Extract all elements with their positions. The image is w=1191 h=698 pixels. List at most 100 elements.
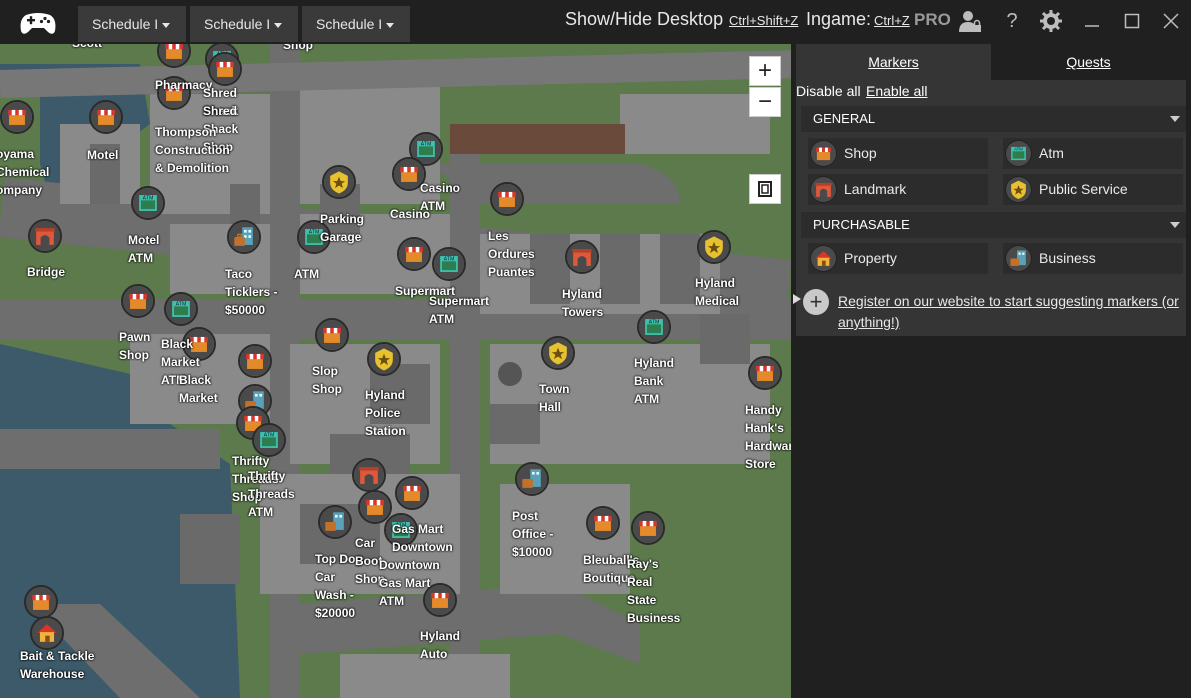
house-icon bbox=[810, 245, 837, 272]
map-label: Thrifty Threads ATM bbox=[248, 469, 295, 519]
shop-marker[interactable] bbox=[315, 318, 349, 352]
map-label: Bait & Tackle Warehouse bbox=[20, 649, 95, 681]
map-label: Ray's Real State Business bbox=[627, 557, 681, 625]
shop-marker[interactable] bbox=[586, 506, 620, 540]
tab-schedule-2[interactable]: Schedule I bbox=[190, 6, 298, 42]
map-label: Handy Hank's Hardware Store bbox=[745, 403, 791, 471]
marker-toggle-landmark[interactable]: Landmark bbox=[808, 174, 988, 205]
chevron-down-icon bbox=[1170, 116, 1180, 122]
shop-marker[interactable] bbox=[397, 237, 431, 271]
badge-marker[interactable] bbox=[367, 342, 401, 376]
svg-text:ATM: ATM bbox=[143, 195, 154, 201]
tab-markers[interactable]: Markers bbox=[796, 44, 991, 80]
map-label: Gas Mart Downtown bbox=[392, 522, 453, 554]
map-label: Supermart ATM bbox=[429, 294, 490, 326]
section-purchasable[interactable]: PURCHASABLE bbox=[801, 212, 1186, 238]
shop-marker[interactable] bbox=[748, 356, 782, 390]
map-label: Motel bbox=[87, 148, 119, 162]
minimize-icon[interactable] bbox=[1079, 8, 1105, 34]
gamepad-icon[interactable] bbox=[18, 9, 58, 37]
pro-label: PRO bbox=[914, 10, 951, 29]
landmark-marker[interactable] bbox=[565, 240, 599, 274]
business-marker[interactable] bbox=[515, 462, 549, 496]
shop-marker[interactable] bbox=[121, 284, 155, 318]
markers-panel: Markers Quests Disable all Enable all GE… bbox=[791, 44, 1191, 698]
map-label: Taco Ticklers - $50000 bbox=[225, 267, 278, 317]
marker-toggle-public-service[interactable]: Public Service bbox=[1003, 174, 1183, 205]
shop-marker[interactable] bbox=[157, 44, 191, 68]
marker-toggle-label: Landmark bbox=[844, 181, 907, 197]
map-label: Bridge bbox=[27, 265, 66, 279]
marker-toggle-label: Property bbox=[844, 250, 897, 266]
badge-marker[interactable] bbox=[697, 230, 731, 264]
tab-quests[interactable]: Quests bbox=[991, 44, 1186, 80]
section-general[interactable]: GENERAL bbox=[801, 106, 1186, 132]
business-marker[interactable] bbox=[227, 220, 261, 254]
ingame-label: Ingame: bbox=[806, 9, 872, 29]
marker-toggle-shop[interactable]: Shop bbox=[808, 138, 988, 169]
marker-toggle-business[interactable]: Business bbox=[1003, 243, 1183, 274]
map-view[interactable]: ATM ATM ATM ATM ATM ATM ATM ATM ATM Scot… bbox=[0, 44, 791, 698]
tab-label: Schedule I bbox=[92, 16, 159, 32]
map-label: Hyland Auto bbox=[420, 629, 461, 661]
map-label: Motel ATM bbox=[128, 233, 160, 265]
chevron-down-icon bbox=[1170, 222, 1180, 228]
zoom-in-button[interactable]: + bbox=[749, 56, 781, 86]
map-label: Les Ordures Puantes bbox=[488, 229, 535, 279]
section-purchasable-title: PURCHASABLE bbox=[813, 217, 910, 232]
badge-icon bbox=[1005, 176, 1032, 203]
tab-schedule-3[interactable]: Schedule I bbox=[302, 6, 410, 42]
marker-toggle-label: Atm bbox=[1039, 145, 1064, 161]
plus-icon[interactable]: + bbox=[803, 289, 829, 315]
shop-marker[interactable] bbox=[490, 182, 524, 216]
svg-text:ATM: ATM bbox=[309, 229, 320, 235]
caret-right-icon bbox=[793, 294, 801, 304]
map-label: oyama Chemical ompany bbox=[0, 147, 50, 197]
zoom-out-button[interactable]: − bbox=[749, 87, 781, 117]
marker-toggle-label: Public Service bbox=[1039, 181, 1128, 197]
atm-marker[interactable]: ATM bbox=[164, 292, 198, 326]
business-marker[interactable] bbox=[318, 505, 352, 539]
show-hide-shortcut: Ctrl+Shift+Z bbox=[729, 13, 799, 28]
user-lock-icon[interactable] bbox=[957, 8, 983, 34]
shop-marker[interactable] bbox=[631, 511, 665, 545]
map-label: Slop Shop bbox=[312, 364, 342, 396]
shop-marker[interactable] bbox=[89, 100, 123, 134]
landmark-marker[interactable] bbox=[352, 458, 386, 492]
marker-toggle-label: Shop bbox=[844, 145, 877, 161]
maximize-icon[interactable] bbox=[1119, 8, 1145, 34]
atm-icon: ATM bbox=[1005, 140, 1032, 167]
map-label: Post Office - $10000 bbox=[512, 509, 554, 559]
landmark-marker[interactable] bbox=[28, 219, 62, 253]
marker-toggle-property[interactable]: Property bbox=[808, 243, 988, 274]
shop-marker[interactable] bbox=[0, 100, 34, 134]
map-label: ATM bbox=[294, 267, 320, 281]
shop-marker[interactable] bbox=[238, 344, 272, 378]
business-icon bbox=[1005, 245, 1032, 272]
house-marker[interactable] bbox=[30, 616, 64, 650]
close-icon[interactable] bbox=[1158, 8, 1184, 34]
tab-schedule-1[interactable]: Schedule I bbox=[78, 6, 186, 42]
gear-icon[interactable] bbox=[1038, 8, 1064, 34]
shop-marker[interactable] bbox=[24, 585, 58, 619]
disable-all-link[interactable]: Disable all bbox=[796, 83, 861, 99]
map-label: Thompson Construction & Demolition bbox=[155, 125, 230, 175]
atm-marker[interactable]: ATM bbox=[637, 310, 671, 344]
shop-marker[interactable] bbox=[395, 476, 429, 510]
svg-text:ATM: ATM bbox=[649, 319, 660, 325]
chevron-down-icon bbox=[162, 22, 171, 28]
marker-toggle-atm[interactable]: ATM Atm bbox=[1003, 138, 1183, 169]
map-label: Parking Garage bbox=[320, 212, 365, 244]
help-icon[interactable]: ? bbox=[999, 8, 1025, 34]
map-label: Hyland Police Station bbox=[365, 388, 406, 438]
fullscreen-button[interactable] bbox=[749, 174, 781, 204]
badge-marker[interactable] bbox=[322, 165, 356, 199]
atm-marker[interactable]: ATM bbox=[131, 186, 165, 220]
enable-all-link[interactable]: Enable all bbox=[866, 83, 928, 99]
section-general-title: GENERAL bbox=[813, 111, 876, 126]
svg-text:ATM: ATM bbox=[444, 256, 455, 262]
atm-marker[interactable]: ATM bbox=[432, 247, 466, 281]
register-link[interactable]: Register on our website to start suggest… bbox=[838, 291, 1183, 333]
badge-marker[interactable] bbox=[541, 336, 575, 370]
map-label: Scott bbox=[72, 44, 102, 52]
